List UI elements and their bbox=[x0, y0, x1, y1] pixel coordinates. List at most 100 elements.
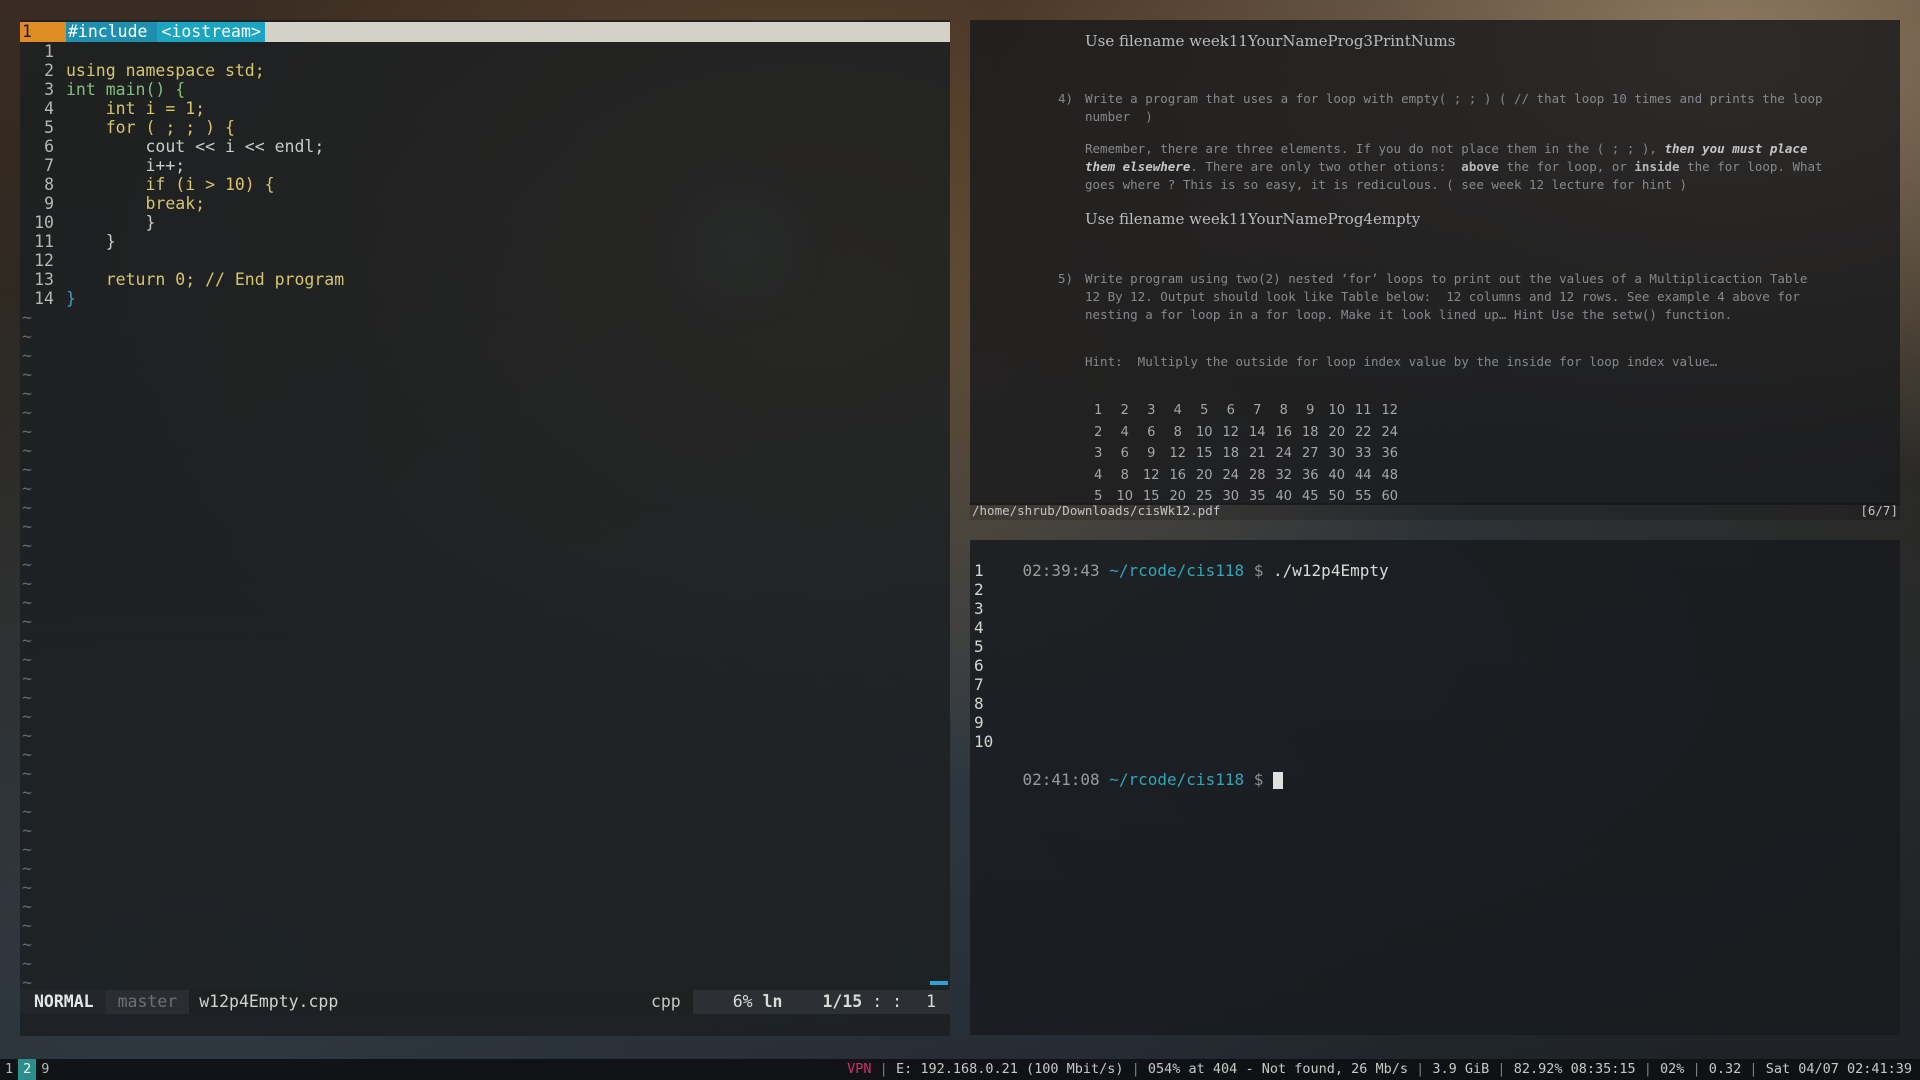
empty-line-marker: ~ bbox=[22, 916, 32, 935]
code-line[interactable]: 10 } bbox=[20, 213, 950, 232]
code-buffer[interactable]: 1 2 using namespace std; 3 int main() { 4 … bbox=[20, 42, 950, 992]
empty-line-marker: ~ bbox=[22, 612, 32, 631]
line-position: 1/15 bbox=[822, 992, 863, 1011]
table-cell: 6 bbox=[1226, 403, 1235, 419]
open-filename: w12p4Empty.cpp bbox=[199, 992, 339, 1011]
date-time: Sat 04/07 02:41:39 bbox=[1765, 1061, 1912, 1077]
terminal-cursor[interactable] bbox=[1273, 772, 1284, 789]
output-line: 8 bbox=[974, 694, 984, 713]
table-cell: 1 bbox=[1094, 403, 1103, 419]
separator: | bbox=[1408, 1061, 1433, 1077]
tab-label-include[interactable]: #include bbox=[66, 22, 158, 42]
code-text: } bbox=[66, 232, 116, 251]
pdf-heading-prog3: Use filename week11YourNameProg3PrintNum… bbox=[1085, 32, 1456, 50]
empty-line-marker: ~ bbox=[22, 479, 32, 498]
pdf-statusline: /home/shrub/Downloads/cisWk12.pdf [6/7] bbox=[970, 503, 1900, 520]
code-line[interactable]: 4 int i = 1; bbox=[20, 99, 950, 118]
code-text: } bbox=[66, 213, 156, 232]
table-cell: 33 bbox=[1354, 446, 1372, 462]
line-number: 1 bbox=[44, 42, 54, 61]
tab-number[interactable]: 1 bbox=[20, 22, 66, 42]
line-number: 6 bbox=[44, 137, 54, 156]
table-cell: 16 bbox=[1275, 424, 1293, 440]
prompt-time: 02:39:43 bbox=[1022, 561, 1100, 580]
code-line[interactable]: 7 i++; bbox=[20, 156, 950, 175]
separator: | bbox=[1741, 1061, 1766, 1077]
empty-line-marker: ~ bbox=[22, 441, 32, 460]
code-line[interactable]: 9 break; bbox=[20, 194, 950, 213]
prompt-symbol: $ bbox=[1253, 561, 1264, 580]
code-line[interactable]: 11 } bbox=[20, 232, 950, 251]
table-cell: 48 bbox=[1381, 467, 1399, 483]
filetype: cpp bbox=[650, 992, 681, 1011]
code-line[interactable]: 13 return 0; // End program bbox=[20, 270, 950, 289]
line-number: 13 bbox=[34, 270, 54, 289]
table-cell: 32 bbox=[1275, 467, 1293, 483]
prompt-time: 02:41:08 bbox=[1022, 770, 1100, 789]
pdf-item-number: 5) bbox=[1058, 271, 1074, 286]
table-cell: 4 bbox=[1094, 467, 1103, 483]
code-text: int main() { bbox=[66, 80, 186, 99]
code-line[interactable]: 2 using namespace std; bbox=[20, 61, 950, 80]
line-number: 7 bbox=[44, 156, 54, 175]
pdf-hint-text: Hint: Multiply the outside for loop inde… bbox=[1085, 354, 1718, 369]
battery-status: 82.92% 08:35:15 bbox=[1513, 1061, 1636, 1077]
cursor-position: 6% ln 1/15 : : 1 bbox=[692, 990, 950, 1014]
empty-line-marker: ~ bbox=[22, 726, 32, 745]
code-line[interactable]: 5 for ( ; ; ) { bbox=[20, 118, 950, 137]
table-cell: 3 bbox=[1094, 446, 1103, 462]
line-number: 14 bbox=[34, 289, 54, 308]
column-separator: : : bbox=[872, 992, 903, 1011]
output-line: 6 bbox=[974, 656, 984, 675]
table-cell: 10 bbox=[1328, 403, 1346, 419]
vim-editor-window[interactable]: 1 #include <iostream> 1 2 using namespace… bbox=[20, 20, 950, 1036]
table-row: 4 8 12 16 20 24 28 32 36 40 44 48 bbox=[1085, 465, 1403, 487]
vim-tabline: 1 #include <iostream> bbox=[20, 22, 950, 42]
pdf-bold: inside bbox=[1634, 159, 1680, 174]
code-line[interactable]: 6 cout << i << endl; bbox=[20, 137, 950, 156]
pdf-item4-text: Write a program that uses a for loop wit… bbox=[1085, 91, 1831, 124]
output-line: 7 bbox=[974, 675, 984, 694]
code-line[interactable]: 14} bbox=[20, 289, 950, 308]
load-average: 0.32 bbox=[1708, 1061, 1742, 1077]
separator: | bbox=[871, 1061, 896, 1077]
pdf-item-number: 4) bbox=[1058, 91, 1074, 106]
line-label: ln bbox=[762, 992, 783, 1011]
code-line[interactable]: 12 bbox=[20, 251, 950, 270]
vim-statusline: NORMAL master w12p4Empty.cpp cpp 6% ln 1… bbox=[20, 990, 950, 1014]
line-number: 4 bbox=[44, 99, 54, 118]
pdf-file-path: /home/shrub/Downloads/cisWk12.pdf bbox=[972, 503, 1221, 518]
tab-label-iostream[interactable]: <iostream> bbox=[157, 22, 265, 42]
code-line[interactable]: 1 bbox=[20, 42, 950, 61]
scroll-percent: 6% bbox=[732, 992, 753, 1011]
table-cell: 2 bbox=[1120, 403, 1129, 419]
empty-line-marker: ~ bbox=[22, 897, 32, 916]
terminal-window[interactable]: 02:39:43 ~/rcode/cis118 $ ./w12p4Empty 1… bbox=[970, 540, 1900, 1035]
empty-line-marker: ~ bbox=[22, 764, 32, 783]
table-cell: 4 bbox=[1173, 403, 1182, 419]
workspace-button[interactable]: 1 bbox=[0, 1059, 18, 1080]
pdf-text: . There are only two other otions: bbox=[1190, 159, 1462, 174]
workspace-button[interactable]: 2 bbox=[18, 1059, 37, 1080]
empty-line-marker: ~ bbox=[22, 403, 32, 422]
output-line: 2 bbox=[974, 580, 984, 599]
memory-status: 3.9 GiB bbox=[1432, 1061, 1490, 1077]
table-cell: 8 bbox=[1279, 403, 1288, 419]
empty-line-marker: ~ bbox=[22, 669, 32, 688]
prompt-path: ~/rcode/cis118 bbox=[1109, 561, 1245, 580]
output-line: 3 bbox=[974, 599, 984, 618]
empty-line-marker: ~ bbox=[22, 878, 32, 897]
empty-line-marker: ~ bbox=[22, 422, 32, 441]
code-text: break; bbox=[66, 194, 206, 213]
empty-line-marker: ~ bbox=[22, 650, 32, 669]
vpn-status: VPN bbox=[847, 1061, 872, 1077]
separator: | bbox=[1489, 1061, 1514, 1077]
pdf-viewer-window[interactable]: Use filename week11YourNameProg3PrintNum… bbox=[970, 20, 1900, 505]
code-line[interactable]: 8 if (i > 10) { bbox=[20, 175, 950, 194]
workspace-list: 129 bbox=[0, 1059, 54, 1080]
code-line[interactable]: 3 int main() { bbox=[20, 80, 950, 99]
pdf-page-indicator: [6/7] bbox=[1860, 503, 1898, 518]
workspace-button[interactable]: 9 bbox=[36, 1059, 54, 1080]
table-cell: 9 bbox=[1306, 403, 1315, 419]
terminal-prompt-line[interactable]: 02:41:08 ~/rcode/cis118 $ bbox=[970, 751, 1900, 789]
